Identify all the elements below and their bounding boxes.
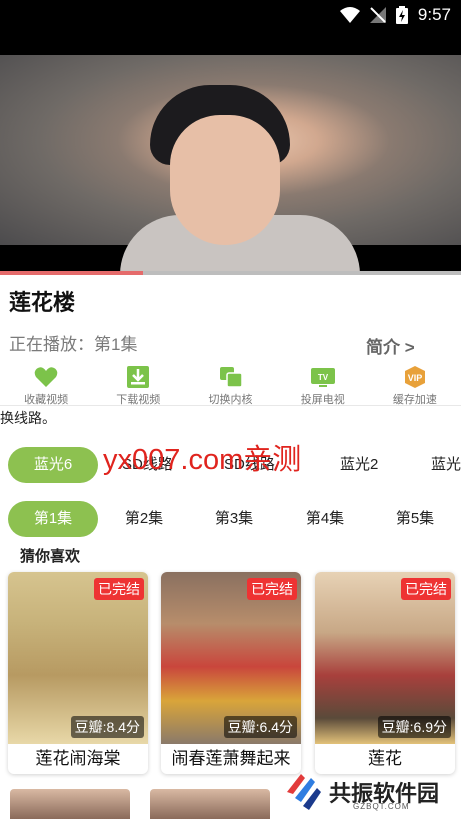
logo-domain: GZBQT.COM xyxy=(353,802,410,811)
episode-button[interactable]: 第2集 xyxy=(99,501,189,537)
site-logo: 共振软件园 GZBQT.COM xyxy=(283,772,453,816)
recommendation-card[interactable]: 已完结 豆瓣:6.9分 莲花 xyxy=(315,572,455,774)
cast-tv-button[interactable]: TV 投屏电视 xyxy=(277,366,369,406)
notice-marquee: 换线路。 xyxy=(0,410,56,426)
now-playing-label: 正在播放：第1集 xyxy=(9,335,138,354)
video-title: 莲花楼 xyxy=(9,290,76,315)
recommendation-card[interactable]: 已完结 豆瓣:6.4分 闹春莲萧舞起来 xyxy=(161,572,301,774)
status-badge: 已完结 xyxy=(401,578,451,600)
switch-core-button[interactable]: 切换内核 xyxy=(184,366,276,406)
line-option[interactable]: 蓝光2 xyxy=(340,447,378,483)
episode-button[interactable]: 第5集 xyxy=(370,501,460,537)
rating-badge: 豆瓣:6.4分 xyxy=(223,716,297,738)
svg-text:TV: TV xyxy=(318,373,329,382)
status-badge: 已完结 xyxy=(94,578,144,600)
video-progress-bar[interactable] xyxy=(0,271,461,275)
line-option[interactable]: 蓝光6 xyxy=(8,447,98,483)
action-bar: 收藏视频 下载视频 切换内核 TV 投屏电视 VIP 缓存加速 xyxy=(0,366,461,406)
battery-charging-icon xyxy=(395,6,408,24)
card-title: 莲花闹海棠 xyxy=(35,749,121,768)
cache-boost-button[interactable]: VIP 缓存加速 xyxy=(369,366,461,406)
recommendation-card[interactable]: 已完结 豆瓣:8.4分 莲花闹海棠 xyxy=(8,572,148,774)
card-title: 闹春莲萧舞起来 xyxy=(171,749,291,768)
heart-icon xyxy=(34,367,58,387)
section-title: 猜你喜欢 xyxy=(20,548,81,565)
card-title: 莲花 xyxy=(368,749,402,768)
next-row-posters xyxy=(10,789,270,819)
tv-icon: TV xyxy=(310,368,335,387)
intro-link[interactable]: 简介 > xyxy=(366,333,415,358)
episode-button[interactable]: 第1集 xyxy=(8,501,98,537)
status-badge: 已完结 xyxy=(247,578,297,600)
vip-icon: VIP xyxy=(404,366,425,388)
video-frame xyxy=(0,55,461,274)
watermark-text: yx007.com亲测 xyxy=(103,444,302,476)
status-bar: 9:57 xyxy=(0,0,461,30)
rating-badge: 豆瓣:6.9分 xyxy=(377,716,451,738)
wifi-icon xyxy=(339,7,360,23)
divider xyxy=(0,405,461,406)
favorite-button[interactable]: 收藏视频 xyxy=(0,366,92,406)
episode-button[interactable]: 第3集 xyxy=(189,501,279,537)
line-option[interactable]: 蓝光 xyxy=(431,447,461,483)
svg-text:VIP: VIP xyxy=(408,373,423,383)
video-progress-fill xyxy=(0,271,143,275)
download-button[interactable]: 下载视频 xyxy=(92,366,184,406)
switch-core-icon xyxy=(219,367,243,388)
status-time: 9:57 xyxy=(417,5,451,24)
download-icon xyxy=(127,366,150,388)
logo-mark-icon xyxy=(287,774,321,810)
episode-button[interactable]: 第4集 xyxy=(280,501,370,537)
video-player[interactable] xyxy=(0,30,461,274)
no-signal-icon xyxy=(369,7,386,23)
rating-badge: 豆瓣:8.4分 xyxy=(70,716,144,738)
